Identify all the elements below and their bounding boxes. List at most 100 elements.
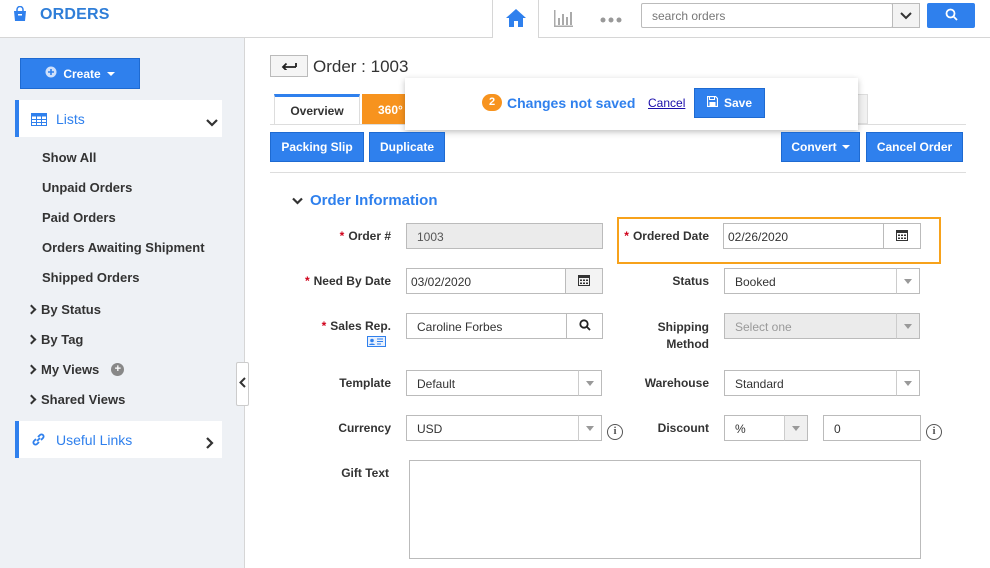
cancel-order-button[interactable]: Cancel Order [866,132,963,162]
discount-value-input[interactable]: 0 [823,415,921,441]
caret-down-icon [904,278,912,284]
search-button[interactable] [927,3,975,28]
duplicate-button[interactable]: Duplicate [369,132,445,162]
template-select-arrow[interactable] [578,370,602,396]
section-title[interactable]: Order Information [310,192,438,209]
sidebar-link-orders-awaiting-shipment[interactable]: Orders Awaiting Shipment [42,240,205,255]
convert-label: Convert [791,140,837,154]
chevron-down-icon [900,9,912,23]
chevron-right-icon [26,304,37,315]
page-title: Order : 1003 [313,57,409,76]
useful-links-label: Useful Links [56,432,133,448]
sidebar-group-by-status[interactable]: By Status [26,302,101,317]
discount-type-select[interactable]: % [724,415,785,441]
search-icon [945,8,958,24]
chevron-right-icon [26,334,37,345]
arrow-left-icon [281,59,297,73]
status-select[interactable]: Booked [724,268,897,294]
sidebar-link-show-all[interactable]: Show All [42,150,96,165]
shipping-method-select-arrow [896,313,920,339]
chevron-right-icon [206,437,214,452]
chevron-right-icon [26,364,37,375]
group-label: By Status [41,302,101,317]
link-icon [31,432,46,450]
shipping-method-label: Shipping Method [657,320,709,351]
info-icon[interactable]: i [926,424,942,440]
table-list-icon [31,113,47,129]
tab-overview[interactable]: Overview [274,94,360,124]
sidebar-group-shared-views[interactable]: Shared Views [26,392,126,407]
warehouse-label: Warehouse [644,376,709,390]
nav-home[interactable] [492,0,539,38]
save-label: Save [723,96,753,110]
create-button[interactable]: Create [20,58,140,89]
group-label: By Tag [41,332,84,347]
sidebar-group-my-views[interactable]: My Views + [26,362,125,377]
unsaved-message: Changes not saved [507,95,636,111]
calendar-icon [578,274,590,289]
status-select-arrow[interactable] [896,268,920,294]
need-by-date-picker[interactable] [565,268,603,294]
add-view-icon[interactable]: + [111,363,125,376]
need-by-date-label: * Need By Date [304,274,391,288]
ordered-date-picker[interactable] [883,223,921,249]
chevron-down-icon[interactable] [292,194,303,208]
lists-label: Lists [56,111,85,127]
sidebar-link-paid-orders[interactable]: Paid Orders [42,210,116,225]
currency-select-arrow[interactable] [578,415,602,441]
floppy-disk-icon [706,95,719,110]
warehouse-select-arrow[interactable] [896,370,920,396]
warehouse-select[interactable]: Standard [724,370,897,396]
gift-text-label: Gift Text [341,466,389,480]
search-icon [578,318,591,334]
currency-select[interactable]: USD [406,415,579,441]
status-label: Status [672,274,709,288]
group-label: Shared Views [41,392,126,407]
more-dots-icon [600,12,622,26]
convert-button[interactable]: Convert [781,132,860,162]
caret-down-icon [904,323,912,329]
search-dropdown-toggle[interactable] [892,3,920,28]
chevron-down-icon [206,116,218,130]
tab-360[interactable]: 360° [362,94,410,124]
sidebar-group-by-tag[interactable]: By Tag [26,332,84,347]
template-select[interactable]: Default [406,370,579,396]
caret-down-icon [586,425,594,431]
plus-circle-icon [45,66,57,81]
bar-chart-icon [552,8,574,31]
sales-rep-input[interactable]: Caroline Forbes [406,313,567,339]
caret-down-icon [586,380,594,386]
sidebar-collapse-toggle[interactable] [236,362,249,406]
need-by-date-input[interactable]: 03/02/2020 [406,268,566,294]
template-label: Template [339,376,391,390]
nav-reports[interactable] [540,0,586,38]
calendar-icon [896,229,908,244]
create-label: Create [63,66,101,81]
caret-down-icon [792,425,800,431]
cancel-changes-link[interactable]: Cancel [648,96,685,110]
chevron-left-icon [239,377,246,391]
order-number-label: * Order # [339,229,391,243]
nav-more[interactable] [588,0,634,38]
sidebar-link-unpaid-orders[interactable]: Unpaid Orders [42,180,132,195]
caret-down-icon [841,145,850,149]
discount-type-arrow[interactable] [784,415,808,441]
order-number-field: 1003 [406,223,603,249]
ordered-date-input[interactable]: 02/26/2020 [723,223,884,249]
search-input[interactable]: search orders [641,3,893,28]
app-title: ORDERS [40,6,110,23]
changes-count-badge: 2 [482,94,502,111]
home-icon [505,8,527,31]
caret-down-icon [106,71,115,76]
packing-slip-button[interactable]: Packing Slip [270,132,364,162]
contact-card-icon[interactable] [367,336,386,350]
back-button[interactable] [270,55,308,77]
save-button[interactable]: Save [694,88,765,118]
gift-text-area[interactable] [409,460,921,559]
sidebar-link-shipped-orders[interactable]: Shipped Orders [42,270,140,285]
group-label: My Views [41,362,100,377]
sales-rep-search-button[interactable] [566,313,603,339]
sales-rep-label: * Sales Rep. [321,319,391,333]
currency-label: Currency [338,421,391,435]
caret-down-icon [904,380,912,386]
